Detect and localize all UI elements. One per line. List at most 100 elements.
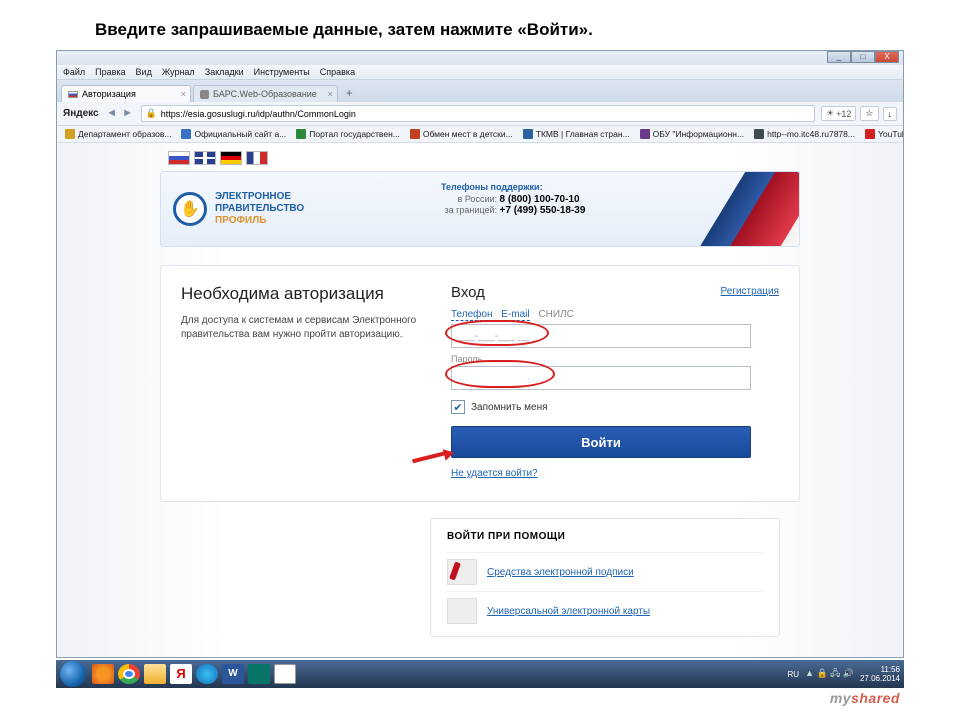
site-header: ✋ ЭЛЕКТРОННОЕ ПРАВИТЕЛЬСТВО ПРОФИЛЬ Теле… <box>160 171 800 247</box>
favicon-icon <box>410 129 420 139</box>
auth-description: Для доступа к системам и сервисам Электр… <box>181 314 421 342</box>
login-method-tabs: Телефон E-mail СНИЛС <box>451 309 779 320</box>
start-button[interactable] <box>60 661 86 687</box>
menu-tools[interactable]: Инструменты <box>254 67 310 77</box>
login-button[interactable]: Войти <box>451 426 751 458</box>
url-input[interactable]: 🔒 https://esia.gosuslugi.ru/idp/authn/Co… <box>141 105 815 122</box>
password-label: Пароль <box>451 354 779 364</box>
language-selector <box>160 143 800 165</box>
browser-window: _ □ X Файл Правка Вид Журнал Закладки Ин… <box>56 50 904 658</box>
remember-label: Запомнить меня <box>471 402 548 413</box>
favicon-icon <box>200 90 209 99</box>
menu-bar: Файл Правка Вид Журнал Закладки Инструме… <box>57 65 903 80</box>
gov-title: ЭЛЕКТРОННОЕ ПРАВИТЕЛЬСТВО ПРОФИЛЬ <box>215 191 304 227</box>
help-esign[interactable]: Средства электронной подписи <box>447 552 763 591</box>
bookmark-item[interactable]: Портал государствен... <box>296 129 400 139</box>
instruction-text: Введите запрашиваемые данные, затем нажм… <box>0 0 960 50</box>
bookmarks-bar: Департамент образов... Официальный сайт … <box>57 126 903 143</box>
help-uec[interactable]: Универсальной электронной карты <box>447 591 763 630</box>
tray-icons[interactable]: ▲ 🔒 🖧 🔊 <box>805 666 854 682</box>
trouble-link[interactable]: Не удается войти? <box>451 468 779 479</box>
menu-help[interactable]: Справка <box>320 67 355 77</box>
menu-file[interactable]: Файл <box>63 67 85 77</box>
tray-lang[interactable]: RU <box>788 670 800 679</box>
login-help-panel: ВОЙТИ ПРИ ПОМОЩИ Средства электронной по… <box>430 518 780 637</box>
tab-phone[interactable]: Телефон <box>451 309 492 321</box>
page-content: ✋ ЭЛЕКТРОННОЕ ПРАВИТЕЛЬСТВО ПРОФИЛЬ Теле… <box>57 143 903 658</box>
tab-label: БАРС.Web-Образование <box>213 89 317 99</box>
support-phones: Телефоны поддержки: в России: 8 (800) 10… <box>441 182 585 216</box>
checkbox-icon[interactable]: ✔ <box>451 400 465 414</box>
menu-bookmarks[interactable]: Закладки <box>205 67 244 77</box>
bookmark-star-icon[interactable]: ☆ <box>860 106 878 121</box>
favicon-icon <box>865 129 875 139</box>
taskbar-ie-icon[interactable] <box>196 664 218 684</box>
bookmark-item[interactable]: http--mo.itc48.ru7878... <box>754 129 855 139</box>
menu-view[interactable]: Вид <box>136 67 152 77</box>
minimize-button[interactable]: _ <box>827 51 851 63</box>
usb-token-icon <box>447 559 477 585</box>
tab-label: Авторизация <box>82 89 136 99</box>
taskbar-chrome-icon[interactable] <box>118 664 140 684</box>
url-text: https://esia.gosuslugi.ru/idp/authn/Comm… <box>161 109 356 119</box>
back-button[interactable]: ◄ <box>105 107 119 121</box>
lang-en-flag[interactable] <box>194 151 216 165</box>
close-button[interactable]: X <box>875 51 899 63</box>
forward-button[interactable]: ► <box>121 107 135 121</box>
card-icon <box>447 598 477 624</box>
lang-fr-flag[interactable] <box>246 151 268 165</box>
login-input[interactable] <box>451 324 751 348</box>
title-bar: _ □ X <box>57 51 903 65</box>
tray-clock[interactable]: 11:56 27.06.2014 <box>860 665 900 683</box>
favicon-icon <box>181 129 191 139</box>
favicon-icon <box>754 129 764 139</box>
gosuslugi-logo-icon: ✋ <box>173 192 207 226</box>
tab-close-icon[interactable]: × <box>327 89 332 99</box>
watermark: myshared <box>830 690 900 706</box>
downloads-icon[interactable]: ↓ <box>883 107 898 121</box>
password-input[interactable] <box>451 366 751 390</box>
maximize-button[interactable]: □ <box>851 51 875 63</box>
yandex-label[interactable]: Яндекс <box>63 108 99 119</box>
register-link[interactable]: Регистрация <box>721 286 779 297</box>
taskbar-publisher-icon[interactable] <box>248 664 270 684</box>
bookmark-item[interactable]: ОБУ "Информационн... <box>640 129 744 139</box>
menu-edit[interactable]: Правка <box>95 67 125 77</box>
favicon-icon <box>296 129 306 139</box>
system-tray: RU ▲ 🔒 🖧 🔊 11:56 27.06.2014 <box>788 665 900 683</box>
taskbar-paint-icon[interactable] <box>274 664 296 684</box>
favicon-icon <box>640 129 650 139</box>
bookmark-item[interactable]: ТКМВ | Главная стран... <box>523 129 630 139</box>
taskbar-word-icon[interactable]: W <box>222 664 244 684</box>
tab-close-icon[interactable]: × <box>181 89 186 99</box>
taskbar-firefox-icon[interactable] <box>92 664 114 684</box>
bookmark-item[interactable]: Официальный сайт а... <box>181 129 286 139</box>
favicon-icon <box>65 129 75 139</box>
remember-checkbox-row[interactable]: ✔ Запомнить меня <box>451 400 779 414</box>
new-tab-button[interactable]: + <box>340 86 359 102</box>
lock-icon: 🔒 <box>146 108 157 119</box>
taskbar-yandex-icon[interactable]: Я <box>170 664 192 684</box>
tab-snils[interactable]: СНИЛС <box>538 309 573 320</box>
bookmark-item[interactable]: Обмен мест в детски... <box>410 129 513 139</box>
annotation-arrow <box>412 449 462 463</box>
tab-bars[interactable]: БАРС.Web-Образование × <box>193 85 338 102</box>
flag-ribbons-decoration <box>649 171 800 247</box>
favicon-icon <box>523 129 533 139</box>
lang-ru-flag[interactable] <box>168 151 190 165</box>
taskbar-explorer-icon[interactable] <box>144 664 166 684</box>
auth-panel: Необходима авторизация Для доступа к сис… <box>160 265 800 502</box>
menu-history[interactable]: Журнал <box>162 67 195 77</box>
weather-chip[interactable]: ☀ +12 <box>821 106 856 121</box>
tab-email[interactable]: E-mail <box>501 309 529 321</box>
tab-strip: Авторизация × БАРС.Web-Образование × + <box>57 80 903 102</box>
address-bar: Яндекс ◄ ► 🔒 https://esia.gosuslugi.ru/i… <box>57 102 903 126</box>
lang-de-flag[interactable] <box>220 151 242 165</box>
auth-heading: Необходима авторизация <box>181 284 421 304</box>
bookmark-item[interactable]: Департамент образов... <box>65 129 171 139</box>
tab-authorization[interactable]: Авторизация × <box>61 85 191 102</box>
ru-flag-icon <box>68 91 78 98</box>
help-title: ВОЙТИ ПРИ ПОМОЩИ <box>447 531 763 542</box>
bookmark-item[interactable]: YouTube <box>865 129 903 139</box>
windows-taskbar: Я W RU ▲ 🔒 🖧 🔊 11:56 27.06.2014 <box>56 660 904 688</box>
